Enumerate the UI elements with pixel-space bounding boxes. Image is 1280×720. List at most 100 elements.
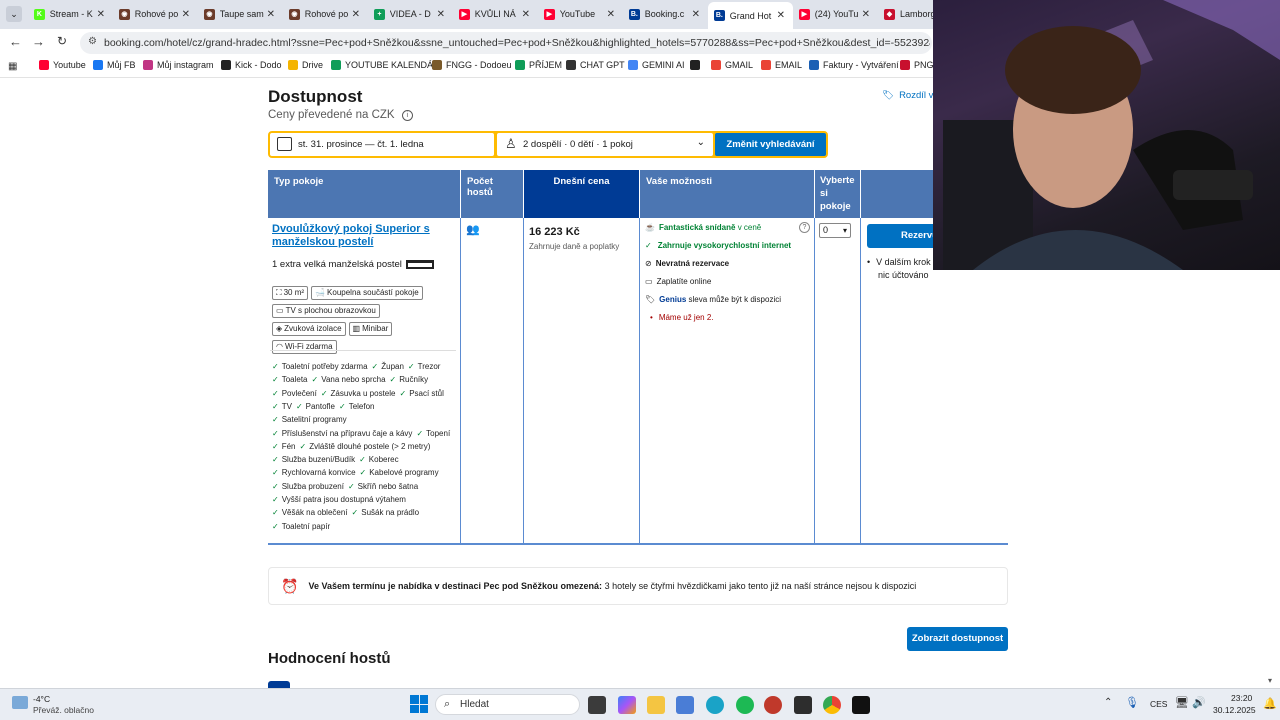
- tab-close-icon[interactable]: ✕: [437, 9, 445, 20]
- apps-icon[interactable]: ▦: [8, 61, 17, 72]
- browser-tab[interactable]: B. Booking.c ✕: [623, 4, 708, 24]
- task-view-icon[interactable]: [588, 696, 606, 714]
- copilot-icon[interactable]: [618, 696, 636, 714]
- search-bar: st. 31. prosince — čt. 1. ledna ♙ 2 dosp…: [268, 131, 828, 158]
- compare-link[interactable]: 🏷 Rozdíl v: [882, 90, 933, 101]
- facility-item: Psací stůl: [409, 388, 444, 398]
- option-breakfast: ☕ Fantastická snídaně v ceně: [645, 223, 762, 232]
- facility-item: Telefon: [348, 401, 375, 411]
- windows-start-icon[interactable]: [410, 695, 428, 713]
- tab-close-icon[interactable]: ✕: [352, 9, 360, 20]
- facility-row: ✓ Příslušenství na přípravu čaje a kávy ✓ T…: [272, 429, 450, 438]
- tray-chevron-icon[interactable]: ⌃: [1104, 697, 1112, 708]
- info-icon[interactable]: i: [401, 110, 413, 121]
- browser-tab[interactable]: ▶ (24) YouTu ✕: [793, 4, 878, 24]
- terminal-icon[interactable]: [794, 696, 812, 714]
- guests-selector[interactable]: ♙ 2 dospělí · 0 dětí · 1 pokoj ⌄: [497, 133, 713, 156]
- bookmark-favicon-icon: [331, 60, 341, 70]
- browser-tab[interactable]: ◉ Taupe sam ✕: [198, 4, 283, 24]
- tab-search-button[interactable]: ⌄: [6, 6, 22, 22]
- tab-close-icon[interactable]: ✕: [522, 9, 530, 20]
- back-icon[interactable]: ←: [9, 34, 22, 49]
- weather-temp[interactable]: -4°C: [33, 694, 50, 704]
- tab-favicon-icon: ▶: [459, 8, 470, 20]
- room-name-link[interactable]: Dvoulůžkový pokoj Superior s manželskou …: [272, 223, 452, 249]
- webcam-overlay: [933, 0, 1280, 270]
- bookmark-item[interactable]: GMAIL: [711, 60, 753, 70]
- taskbar-search-input[interactable]: ⌕ Hledat: [435, 694, 580, 715]
- check-icon: ✓: [339, 401, 346, 411]
- browser-tab[interactable]: ▶ KVŮLI NÁ ✕: [453, 4, 538, 24]
- availability-notice: ⏰ Ve Vašem termínu je nabídka v destinac…: [268, 567, 1008, 605]
- notification-bell-icon[interactable]: 🔔: [1263, 697, 1277, 710]
- bookmark-item[interactable]: CHAT GPT: [566, 60, 625, 70]
- address-bar[interactable]: ⚙ booking.com/hotel/cz/grand-hradec.html…: [80, 32, 932, 54]
- weather-desc[interactable]: Převáž. oblačno: [33, 705, 94, 715]
- chrome-icon[interactable]: [823, 696, 841, 714]
- tab-close-icon[interactable]: ✕: [97, 9, 105, 20]
- wifi-icon: ◠: [276, 342, 283, 351]
- bookmark-item[interactable]: GEMINI AI: [628, 60, 685, 70]
- bookmark-item[interactable]: EMAIL: [761, 60, 802, 70]
- site-info-icon[interactable]: ⚙: [88, 36, 97, 47]
- volume-icon[interactable]: 🔊: [1192, 696, 1206, 709]
- browser-tab[interactable]: + VIDEA - D ✕: [368, 4, 453, 24]
- reserve-button[interactable]: Rezervu: [867, 224, 938, 248]
- check-icon: ✓: [399, 388, 407, 398]
- bookmark-item[interactable]: YOUTUBE KALENDÁŘ: [331, 60, 440, 70]
- facility-item: Topení: [426, 428, 451, 438]
- facility-item: Sušák na prádlo: [361, 508, 420, 518]
- forward-icon[interactable]: →: [32, 34, 45, 49]
- clock-time[interactable]: 23:20: [1231, 693, 1252, 703]
- microphone-icon[interactable]: 🎙: [1125, 696, 1139, 709]
- bookmark-label: PŘÍJEM: [529, 60, 563, 70]
- edge-icon[interactable]: [706, 696, 724, 714]
- store-icon[interactable]: [676, 696, 694, 714]
- date-picker[interactable]: st. 31. prosince — čt. 1. ledna: [270, 133, 494, 156]
- tab-close-icon[interactable]: ✕: [692, 9, 700, 20]
- facility-item: Pantofle: [305, 401, 335, 411]
- bookmark-item[interactable]: PŘÍJEM: [515, 60, 562, 70]
- browser-tab[interactable]: ▶ YouTube ✕: [538, 4, 623, 24]
- network-icon[interactable]: 🖥: [1175, 696, 1189, 709]
- bookmark-item[interactable]: Faktury - Vytváření: [809, 60, 899, 70]
- bookmark-label: Můj instagram: [157, 60, 214, 70]
- bed-info: 1 extra velká manželská postel: [272, 259, 434, 270]
- room-count-select[interactable]: 0 ▾: [819, 223, 851, 238]
- check-icon: ✓: [371, 362, 379, 371]
- obs-icon[interactable]: [764, 696, 782, 714]
- facility-row: ✓ Toaletní potřeby zdarma ✓ Župan ✓ Trezor: [272, 362, 440, 371]
- bookmark-item[interactable]: PNG: [900, 60, 934, 70]
- tab-close-icon[interactable]: ✕: [777, 10, 785, 21]
- browser-tab[interactable]: ◉ Rohové po ✕: [113, 4, 198, 24]
- bookmark-item[interactable]: Youtube: [39, 60, 86, 70]
- tab-close-icon[interactable]: ✕: [267, 9, 275, 20]
- next-step-note: • V dalším krok nic účtováno: [867, 257, 931, 280]
- browser-tab[interactable]: ◉ Rohové po ✕: [283, 4, 368, 24]
- scroll-down-icon[interactable]: ▾: [1268, 676, 1272, 685]
- bookmark-favicon-icon: [515, 60, 525, 70]
- tab-close-icon[interactable]: ✕: [862, 9, 870, 20]
- help-icon[interactable]: ?: [799, 222, 810, 233]
- bookmark-item[interactable]: FNGG - Dodoeu: [432, 60, 512, 70]
- epic-games-icon[interactable]: [852, 696, 870, 714]
- check-icon: ✓: [645, 241, 652, 250]
- clock-date[interactable]: 30.12.2025: [1213, 705, 1256, 715]
- tab-close-icon[interactable]: ✕: [607, 9, 615, 20]
- bookmark-item[interactable]: Kick - Dodo: [221, 60, 282, 70]
- facility-item: Toaleta: [281, 375, 308, 385]
- bookmark-item[interactable]: [690, 60, 704, 70]
- bookmark-item[interactable]: Drive: [288, 60, 323, 70]
- tab-close-icon[interactable]: ✕: [182, 9, 190, 20]
- spotify-icon[interactable]: [736, 696, 754, 714]
- browser-tab[interactable]: B. Grand Hot ✕: [708, 2, 793, 29]
- change-search-button[interactable]: Změnit vyhledávání: [715, 133, 826, 156]
- reload-icon[interactable]: ↻: [57, 34, 67, 48]
- language-indicator[interactable]: CES: [1150, 699, 1167, 709]
- browser-tab[interactable]: K Stream - K ✕: [28, 4, 113, 24]
- bookmark-favicon-icon: [900, 60, 910, 70]
- file-explorer-icon[interactable]: [647, 696, 665, 714]
- bookmark-item[interactable]: Můj instagram: [143, 60, 214, 70]
- bookmark-item[interactable]: Můj FB: [93, 60, 136, 70]
- show-availability-button[interactable]: Zobrazit dostupnost: [907, 627, 1008, 651]
